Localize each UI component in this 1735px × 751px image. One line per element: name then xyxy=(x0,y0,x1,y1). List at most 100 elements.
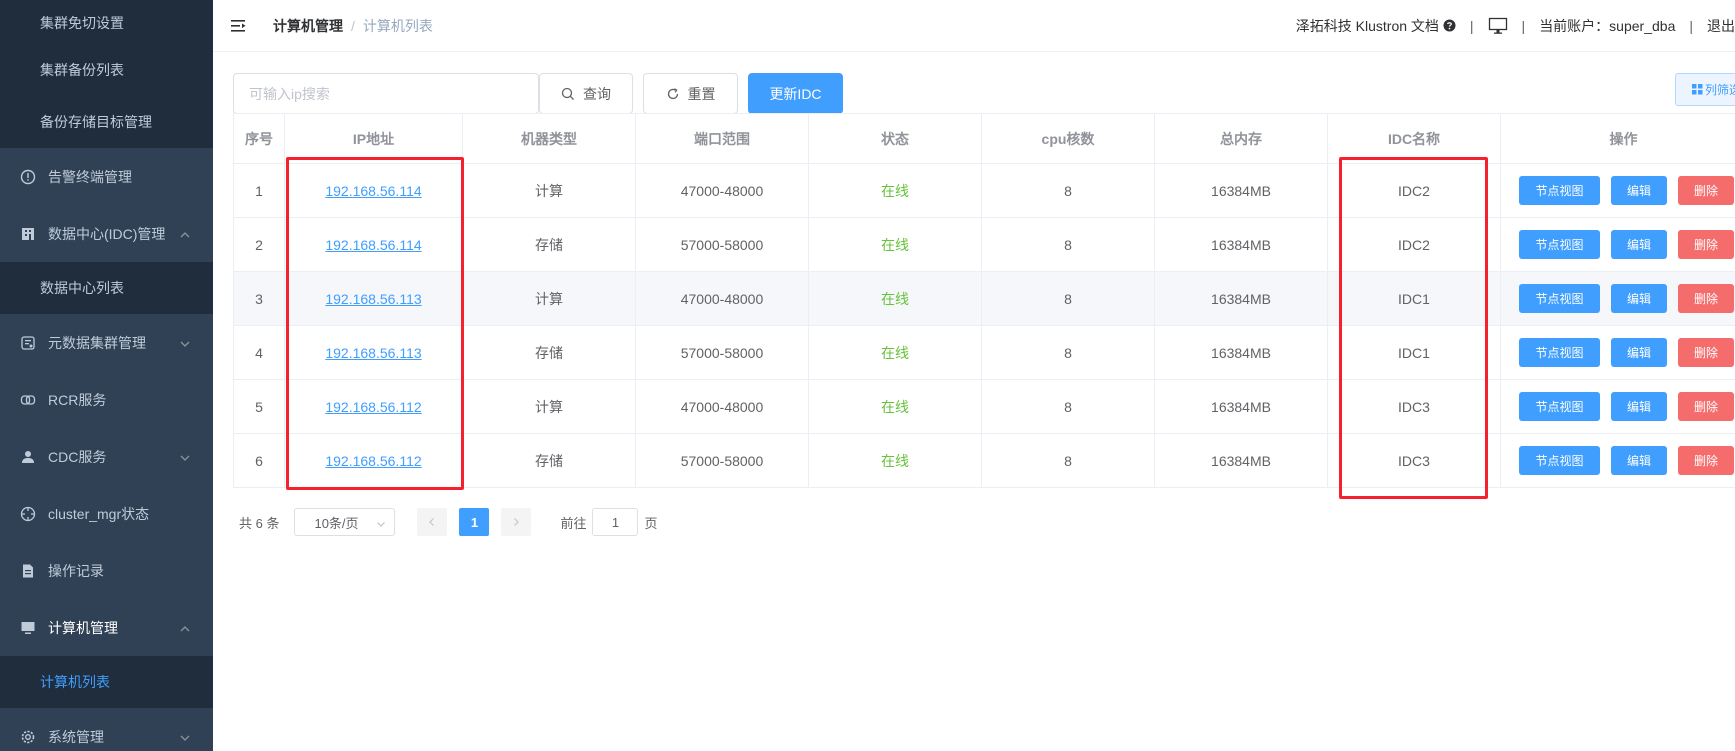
page-size-select[interactable]: 10条/页 xyxy=(294,508,396,536)
cell-no: 5 xyxy=(233,380,285,433)
delete-button[interactable]: 删除 xyxy=(1678,446,1734,475)
cell-ports: 47000-48000 xyxy=(636,380,809,433)
cell-ip: 192.168.56.114 xyxy=(285,218,463,271)
user-icon xyxy=(20,449,36,465)
table-row: 5 192.168.56.112 计算 47000-48000 在线 8 163… xyxy=(233,380,1735,434)
sidebar-item-machine-list[interactable]: 计算机列表 xyxy=(0,656,213,708)
sidebar-item-label: CDC服务 xyxy=(48,448,107,465)
cell-ports: 57000-58000 xyxy=(636,218,809,271)
chevron-left-icon xyxy=(429,518,435,526)
cell-status: 在线 xyxy=(809,434,982,487)
node-view-button[interactable]: 节点视图 xyxy=(1519,446,1600,475)
delete-button[interactable]: 删除 xyxy=(1678,284,1734,313)
sidebar-item-backup-storage[interactable]: 备份存储目标管理 xyxy=(0,95,213,148)
sidebar-item-cluster-mgr[interactable]: cluster_mgr状态 xyxy=(0,485,213,542)
cell-idc: IDC1 xyxy=(1328,326,1501,379)
docs-link[interactable]: 泽拓科技 Klustron 文档 xyxy=(1296,16,1456,36)
cell-cpu: 8 xyxy=(982,218,1155,271)
compass-icon xyxy=(20,506,36,522)
column-filter-button[interactable]: 列筛选 xyxy=(1675,73,1735,106)
search-button[interactable]: 查询 xyxy=(539,73,633,114)
sidebar-item-meta-cluster[interactable]: 元数据集群管理 xyxy=(0,314,213,371)
delete-button[interactable]: 删除 xyxy=(1678,176,1734,205)
sidebar-item-alert[interactable]: 告警终端管理 xyxy=(0,148,213,205)
cell-actions: 节点视图 编辑 删除 xyxy=(1501,272,1735,325)
reset-button-label: 重置 xyxy=(687,85,716,102)
reset-button[interactable]: 重置 xyxy=(643,73,738,114)
edit-button[interactable]: 编辑 xyxy=(1611,230,1667,259)
sidebar-item-cdc[interactable]: CDC服务 xyxy=(0,428,213,485)
status-text: 在线 xyxy=(881,398,909,415)
next-page-button[interactable] xyxy=(501,508,532,536)
delete-button[interactable]: 删除 xyxy=(1678,338,1734,367)
table-row: 6 192.168.56.112 存储 57000-58000 在线 8 163… xyxy=(233,434,1735,488)
monitor-icon xyxy=(20,620,36,636)
update-idc-button[interactable]: 更新IDC xyxy=(748,73,843,114)
header-right: 泽拓科技 Klustron 文档 | | 当前账户：super_dba | 退出 xyxy=(1296,0,1735,52)
sidebar-item-oplog[interactable]: 操作记录 xyxy=(0,542,213,599)
chevron-down-icon xyxy=(179,731,191,743)
cell-cpu: 8 xyxy=(982,326,1155,379)
cell-memory: 16384MB xyxy=(1155,272,1328,325)
node-view-button[interactable]: 节点视图 xyxy=(1519,392,1600,421)
node-view-button[interactable]: 节点视图 xyxy=(1519,338,1600,367)
cell-status: 在线 xyxy=(809,164,982,217)
edit-button[interactable]: 编辑 xyxy=(1611,284,1667,313)
sidebar-item-label: 操作记录 xyxy=(48,562,104,579)
delete-button[interactable]: 删除 xyxy=(1678,230,1734,259)
logout-link[interactable]: 退出 xyxy=(1707,16,1735,36)
document-icon xyxy=(20,563,36,579)
cell-type: 存储 xyxy=(463,326,636,379)
ip-link[interactable]: 192.168.56.112 xyxy=(325,399,421,415)
goto-page-input[interactable] xyxy=(592,508,639,536)
goto-label-prefix: 前往 xyxy=(560,515,587,531)
breadcrumb-item-machine-list: 计算机列表 xyxy=(362,18,433,34)
cell-ip: 192.168.56.112 xyxy=(285,434,463,487)
page-number-current[interactable]: 1 xyxy=(459,508,490,536)
edit-button[interactable]: 编辑 xyxy=(1611,392,1667,421)
cell-ports: 57000-58000 xyxy=(636,326,809,379)
ip-link[interactable]: 192.168.56.114 xyxy=(325,237,421,253)
cell-cpu: 8 xyxy=(982,164,1155,217)
sidebar-item-machine[interactable]: 计算机管理 xyxy=(0,599,213,656)
sidebar-item-idc[interactable]: 数据中心(IDC)管理 xyxy=(0,205,213,262)
edit-button[interactable]: 编辑 xyxy=(1611,338,1667,367)
ip-link[interactable]: 192.168.56.114 xyxy=(325,183,421,199)
link-icon xyxy=(20,392,36,408)
sidebar-item-label: RCR服务 xyxy=(48,391,107,408)
ip-link[interactable]: 192.168.56.113 xyxy=(325,345,421,361)
sidebar-item-cluster-failover[interactable]: 集群免切设置 xyxy=(0,0,213,45)
sidebar-item-label: 集群备份列表 xyxy=(40,62,124,78)
edit-button[interactable]: 编辑 xyxy=(1611,446,1667,475)
header-divider: | xyxy=(1469,18,1474,34)
sidebar-item-system[interactable]: 系统管理 xyxy=(0,708,213,751)
sidebar-item-idc-list[interactable]: 数据中心列表 xyxy=(0,262,213,314)
prev-page-button[interactable] xyxy=(417,508,448,536)
breadcrumb-item-machine[interactable]: 计算机管理 xyxy=(273,16,343,36)
cell-cpu: 8 xyxy=(982,380,1155,433)
column-header-memory: 总内存 xyxy=(1155,114,1328,163)
monitor-icon[interactable] xyxy=(1488,17,1508,35)
cell-type: 计算 xyxy=(463,272,636,325)
chevron-down-icon xyxy=(179,451,191,463)
cell-status: 在线 xyxy=(809,218,982,271)
update-idc-button-label: 更新IDC xyxy=(769,85,822,102)
cell-cpu: 8 xyxy=(982,434,1155,487)
sidebar-item-rcr[interactable]: RCR服务 xyxy=(0,371,213,428)
node-view-button[interactable]: 节点视图 xyxy=(1519,284,1600,313)
ip-search-input[interactable] xyxy=(233,73,539,114)
ip-link[interactable]: 192.168.56.112 xyxy=(325,453,421,469)
delete-button[interactable]: 删除 xyxy=(1678,392,1734,421)
cell-status: 在线 xyxy=(809,272,982,325)
header-divider: | xyxy=(1521,18,1526,34)
edit-button[interactable]: 编辑 xyxy=(1611,176,1667,205)
node-view-button[interactable]: 节点视图 xyxy=(1519,176,1600,205)
ip-link[interactable]: 192.168.56.113 xyxy=(325,291,421,307)
column-header-cpu: cpu核数 xyxy=(982,114,1155,163)
pagination-total: 共 6 条 xyxy=(239,515,280,531)
grid-icon xyxy=(1692,84,1703,95)
hamburger-icon[interactable] xyxy=(230,17,248,35)
goto-label-suffix: 页 xyxy=(644,515,658,531)
sidebar-item-cluster-backup[interactable]: 集群备份列表 xyxy=(0,45,213,95)
node-view-button[interactable]: 节点视图 xyxy=(1519,230,1600,259)
